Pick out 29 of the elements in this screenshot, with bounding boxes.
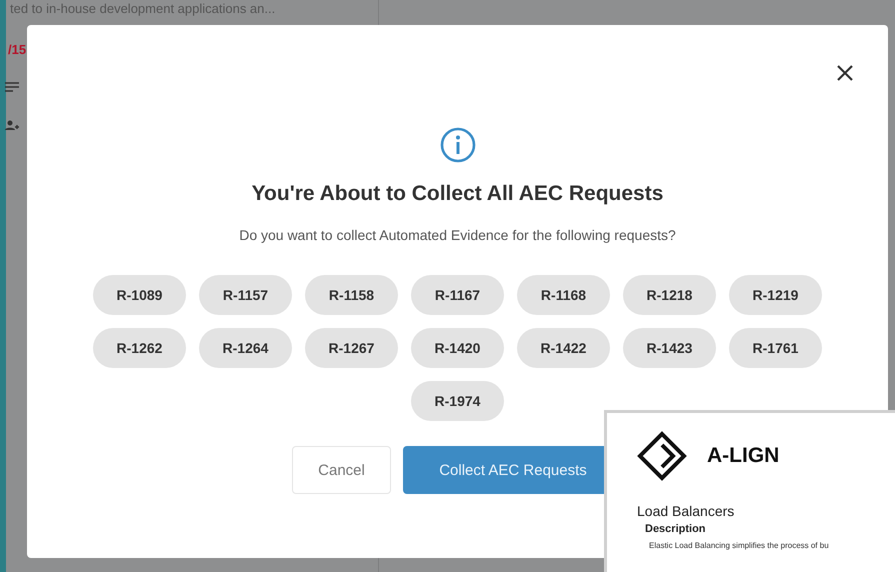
info-icon bbox=[440, 127, 476, 163]
dialog-title: You're About to Collect All AEC Requests bbox=[252, 182, 664, 206]
document-subheading: Description bbox=[645, 523, 707, 535]
description-text: ted to in-house development applications an... bbox=[10, 1, 276, 16]
request-chip: R-1761 bbox=[729, 328, 822, 368]
request-chip: R-1168 bbox=[517, 275, 610, 315]
request-chip: R-1262 bbox=[93, 328, 186, 368]
logo-icon bbox=[637, 431, 687, 481]
request-chip: R-1089 bbox=[93, 275, 186, 315]
document-heading: Load Balancers bbox=[637, 503, 736, 519]
close-icon[interactable] bbox=[836, 64, 854, 82]
cancel-button[interactable]: Cancel bbox=[292, 446, 391, 494]
request-chip: R-1420 bbox=[411, 328, 504, 368]
users-icon bbox=[4, 119, 20, 131]
request-chip: R-1422 bbox=[517, 328, 610, 368]
due-date: /15 bbox=[8, 42, 28, 57]
request-chip: R-1264 bbox=[199, 328, 292, 368]
request-chip: R-1218 bbox=[623, 275, 716, 315]
request-chip: R-1219 bbox=[729, 275, 822, 315]
request-chip: R-1167 bbox=[411, 275, 504, 315]
document-text: Elastic Load Balancing simplifies the process of bu bbox=[649, 541, 830, 550]
dialog-message: Do you want to collect Automated Evidence for the following requests? bbox=[239, 227, 676, 243]
request-chip: R-1267 bbox=[305, 328, 398, 368]
request-chip: R-1423 bbox=[623, 328, 716, 368]
brand-name: A-LIGN bbox=[707, 444, 780, 468]
request-chip: R-1974 bbox=[411, 381, 504, 421]
list-icon bbox=[4, 81, 20, 95]
request-chip: R-1157 bbox=[199, 275, 292, 315]
request-chip: R-1158 bbox=[305, 275, 398, 315]
